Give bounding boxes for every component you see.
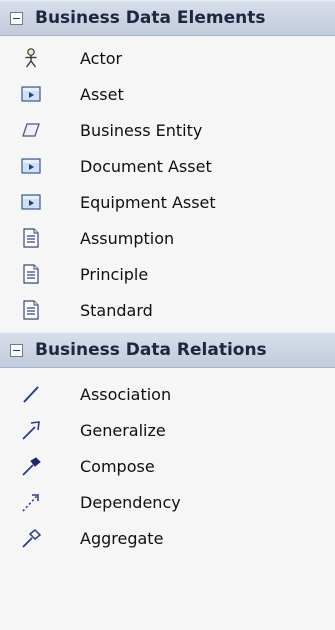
toolbox-item-asset[interactable]: Asset xyxy=(0,76,335,112)
asset-icon xyxy=(20,83,42,105)
document-page-icon xyxy=(20,227,42,249)
toolbox-item-label: Actor xyxy=(80,48,123,68)
toolbox-item-association[interactable]: Association xyxy=(0,376,335,412)
collapse-icon[interactable] xyxy=(10,11,23,25)
dependency-arrow-icon xyxy=(20,491,42,513)
elements-list: Actor Asset Business Entity Document Ass… xyxy=(0,36,335,332)
section-title: Business Data Relations xyxy=(35,340,267,360)
toolbox-item-business-entity[interactable]: Business Entity xyxy=(0,112,335,148)
document-asset-icon xyxy=(20,155,42,177)
toolbox-item-label: Principle xyxy=(80,264,149,284)
toolbox-item-dependency[interactable]: Dependency xyxy=(0,484,335,520)
toolbox-item-principle[interactable]: Principle xyxy=(0,256,335,292)
association-line-icon xyxy=(20,383,42,405)
compose-arrow-icon xyxy=(20,455,42,477)
toolbox-item-label: Equipment Asset xyxy=(80,192,216,212)
toolbox-item-label: Association xyxy=(80,384,172,404)
toolbox-item-generalize[interactable]: Generalize xyxy=(0,412,335,448)
document-page-icon xyxy=(20,263,42,285)
toolbox-item-label: Generalize xyxy=(80,420,166,440)
toolbox-item-label: Asset xyxy=(80,84,124,104)
toolbox-item-standard[interactable]: Standard xyxy=(0,292,335,328)
equipment-asset-icon xyxy=(20,191,42,213)
toolbox-item-document-asset[interactable]: Document Asset xyxy=(0,148,335,184)
toolbox-item-label: Business Entity xyxy=(80,120,203,140)
toolbox-item-label: Assumption xyxy=(80,228,175,248)
toolbox-item-label: Compose xyxy=(80,456,155,476)
relations-list: Association Generalize Compose Dependenc… xyxy=(0,368,335,556)
section-header-business-data-relations[interactable]: Business Data Relations xyxy=(0,332,335,368)
business-entity-icon xyxy=(20,119,42,141)
section-header-business-data-elements[interactable]: Business Data Elements xyxy=(0,0,335,36)
toolbox-item-label: Aggregate xyxy=(80,528,164,548)
toolbox-item-aggregate[interactable]: Aggregate xyxy=(0,520,335,556)
section-title: Business Data Elements xyxy=(35,8,266,28)
toolbox-panel: Business Data Elements Actor Asset Busin… xyxy=(0,0,335,630)
generalize-arrow-icon xyxy=(20,419,42,441)
actor-icon xyxy=(20,47,42,69)
toolbox-item-equipment-asset[interactable]: Equipment Asset xyxy=(0,184,335,220)
document-page-icon xyxy=(20,299,42,321)
toolbox-item-label: Dependency xyxy=(80,492,181,512)
aggregate-arrow-icon xyxy=(20,527,42,549)
toolbox-item-compose[interactable]: Compose xyxy=(0,448,335,484)
toolbox-item-assumption[interactable]: Assumption xyxy=(0,220,335,256)
toolbox-item-label: Document Asset xyxy=(80,156,212,176)
toolbox-item-actor[interactable]: Actor xyxy=(0,40,335,76)
toolbox-item-label: Standard xyxy=(80,300,153,320)
collapse-icon[interactable] xyxy=(10,343,23,357)
